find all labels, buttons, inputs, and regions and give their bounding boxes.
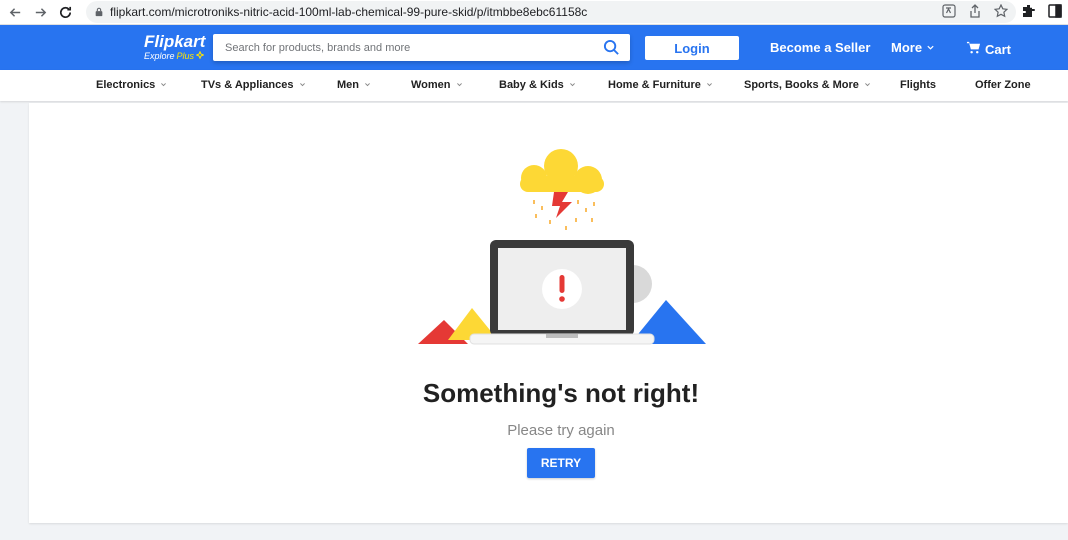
chevron-down-icon <box>160 79 167 91</box>
reload-icon[interactable] <box>54 1 76 23</box>
logo-text: Flipkart <box>144 32 206 51</box>
category-tvs-appliances[interactable]: TVs & Appliances <box>201 79 306 91</box>
back-icon[interactable] <box>4 1 26 23</box>
bookmark-star-icon[interactable] <box>993 3 1009 23</box>
more-menu[interactable]: More <box>891 40 935 55</box>
chevron-down-icon <box>456 79 463 91</box>
cart-link[interactable]: Cart <box>966 40 1011 58</box>
search-input[interactable]: Search for products, brands and more <box>213 34 630 61</box>
chevron-down-icon <box>364 79 371 91</box>
category-men[interactable]: Men <box>337 79 371 91</box>
extensions-puzzle-icon[interactable] <box>1022 4 1036 23</box>
category-offer-zone[interactable]: Offer Zone <box>975 79 1031 91</box>
alert-icon <box>542 269 582 309</box>
become-seller-link[interactable]: Become a Seller <box>770 40 870 55</box>
login-button[interactable]: Login <box>645 36 739 60</box>
error-title: Something's not right! <box>422 378 700 408</box>
flipkart-logo[interactable]: Flipkart Explore Plus <box>144 33 205 62</box>
address-bar[interactable]: flipkart.com/microtroniks-nitric-acid-10… <box>86 1 1016 23</box>
category-flights[interactable]: Flights <box>900 79 936 91</box>
chevron-down-icon <box>569 79 576 91</box>
error-illustration <box>418 149 706 345</box>
browser-toolbar: flipkart.com/microtroniks-nitric-acid-10… <box>0 0 1068 25</box>
cloud-icon <box>520 149 604 194</box>
lightning-bolt-icon <box>552 192 572 218</box>
chevron-down-icon <box>864 79 871 91</box>
share-icon[interactable] <box>968 4 982 23</box>
lock-icon <box>94 7 104 17</box>
category-sports-books[interactable]: Sports, Books & More <box>744 79 871 91</box>
category-baby-kids[interactable]: Baby & Kids <box>499 79 576 91</box>
url-text: flipkart.com/microtroniks-nitric-acid-10… <box>110 5 588 19</box>
category-home-furniture[interactable]: Home & Furniture <box>608 79 713 91</box>
site-header: Flipkart Explore Plus Search for product… <box>0 25 1068 70</box>
chevron-down-icon <box>706 79 713 91</box>
category-women[interactable]: Women <box>411 79 463 91</box>
category-electronics[interactable]: Electronics <box>96 79 167 91</box>
search-icon[interactable] <box>603 39 620 61</box>
retry-button[interactable]: RETRY <box>527 448 595 478</box>
chevron-down-icon <box>299 79 306 91</box>
search-placeholder: Search for products, brands and more <box>225 41 411 54</box>
category-nav: Electronics TVs & Appliances Men Women B… <box>0 70 1068 101</box>
side-panel-icon[interactable] <box>1048 4 1062 23</box>
cart-icon <box>966 40 981 58</box>
error-subtitle: Please try again <box>507 422 615 439</box>
translate-icon[interactable] <box>942 4 956 23</box>
forward-icon[interactable] <box>29 1 51 23</box>
plus-icon <box>195 50 205 62</box>
logo-tagline: Explore Plus <box>144 50 205 62</box>
chevron-down-icon <box>926 40 935 55</box>
